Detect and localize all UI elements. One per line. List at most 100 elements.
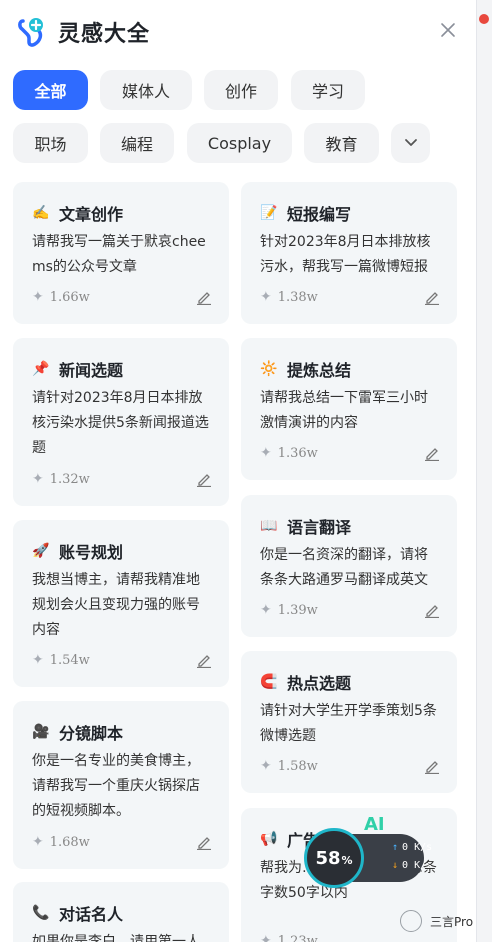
usage-count: 1.23w: [277, 933, 318, 942]
pencil-icon: [425, 761, 439, 774]
card-description: 请针对大学生开学季策划5条微博选题: [260, 703, 437, 744]
tab-education[interactable]: 教育: [304, 123, 379, 163]
card-title: 短报编写: [287, 205, 352, 224]
rocket-icon: 🚀: [32, 543, 50, 559]
card-description: 你是一名专业的美食博主，请帮我写一个重庆火锅探店的短视频脚本。: [32, 753, 200, 819]
usage-count: 1.54w: [49, 652, 90, 668]
usage-count: 1.58w: [277, 758, 318, 774]
edit-button[interactable]: [423, 444, 441, 462]
sparkle-icon: ✦: [32, 834, 44, 850]
edit-button[interactable]: [423, 288, 441, 306]
usage-count: 1.32w: [49, 471, 90, 487]
card-description: 如果你是李白，请用第一人: [32, 934, 200, 942]
writing-hand-icon: ✍️: [32, 205, 50, 221]
tab-study[interactable]: 学习: [291, 70, 365, 110]
usage-count: 1.68w: [49, 834, 90, 850]
brand-name: 三言Pro: [430, 914, 474, 929]
pencil-icon: [425, 292, 439, 305]
upload-rate: 0 K/s: [402, 842, 433, 853]
sparkle-icon: ✦: [32, 471, 44, 487]
background-window-edge: [476, 0, 492, 942]
card-description: 请帮我写一篇关于默哀cheems的公众号文章: [32, 234, 206, 275]
wechat-icon: [400, 910, 422, 932]
app-logo-icon: [18, 17, 44, 47]
usage-count: 1.39w: [277, 602, 318, 618]
edit-button[interactable]: [195, 288, 213, 306]
close-icon: [441, 23, 455, 37]
tab-creation[interactable]: 创作: [204, 70, 278, 110]
pushpin-icon: 📌: [32, 361, 50, 377]
card-title: 文章创作: [59, 205, 124, 224]
prompt-card[interactable]: 🚀 账号规划 我想当博主，请帮我精准地规划会火且变现力强的账号内容 ✦ 1.54w: [13, 520, 229, 687]
sparkle-icon: ✦: [260, 445, 272, 461]
tab-workplace[interactable]: 职场: [13, 123, 88, 163]
card-description: 请帮我总结一下雷军三小时激情演讲的内容: [260, 390, 428, 431]
download-arrow-icon: ↓: [392, 860, 399, 871]
usage-count: 1.36w: [277, 445, 318, 461]
sparkle-icon: ✦: [260, 758, 272, 774]
card-title: 提炼总结: [287, 361, 352, 380]
percent-sign: %: [341, 853, 353, 867]
edit-button[interactable]: [195, 470, 213, 488]
sparkle-icon: ✦: [32, 652, 44, 668]
edit-button[interactable]: [423, 601, 441, 619]
card-description: 我想当博主，请帮我精准地规划会火且变现力强的账号内容: [32, 572, 200, 638]
usage-count: 1.66w: [49, 289, 90, 305]
sparkle-icon: ✦: [260, 933, 272, 942]
brand-watermark: 三言Pro: [400, 910, 473, 932]
prompt-card[interactable]: 🔆 提炼总结 请帮我总结一下雷军三小时激情演讲的内容 ✦ 1.36w: [241, 338, 457, 480]
prompt-card[interactable]: 📖 语言翻译 你是一名资深的翻译，请将条条大路通罗马翻译成英文 ✦ 1.39w: [241, 495, 457, 637]
sparkle-icon: ✦: [32, 289, 44, 305]
card-description: 你是一名资深的翻译，请将条条大路通罗马翻译成英文: [260, 547, 428, 588]
panel-header: 灵感大全: [18, 14, 150, 50]
ai-badge: AI: [364, 814, 385, 835]
tab-media[interactable]: 媒体人: [100, 70, 192, 110]
card-title: 对话名人: [59, 905, 124, 924]
prompt-card[interactable]: 📞 对话名人 如果你是李白，请用第一人: [13, 882, 229, 942]
chevron-down-icon: [404, 139, 417, 146]
edit-button[interactable]: [423, 757, 441, 775]
usage-count: 1.38w: [277, 289, 318, 305]
edit-button[interactable]: [195, 833, 213, 851]
film-camera-icon: 🎥: [32, 724, 50, 740]
sun-icon: 🔆: [260, 361, 278, 377]
card-description: 针对2023年8月日本排放核污水，帮我写一篇微博短报: [260, 234, 431, 275]
pencil-icon: [425, 448, 439, 461]
sparkle-icon: ✦: [260, 289, 272, 305]
tab-all[interactable]: 全部: [13, 70, 88, 110]
more-categories-button[interactable]: [391, 123, 430, 163]
sparkle-icon: ✦: [260, 602, 272, 618]
card-title: 账号规划: [59, 543, 124, 562]
card-title: 分镜脚本: [59, 724, 124, 743]
card-description: 请针对2023年8月日本排放核污染水提供5条新闻报道选题: [32, 390, 209, 456]
usage-percent: 58: [315, 847, 341, 869]
prompt-card[interactable]: 🧲 热点选题 请针对大学生开学季策划5条微博选题 ✦ 1.58w: [241, 651, 457, 793]
magnet-icon: 🧲: [260, 674, 278, 690]
prompt-card[interactable]: 📌 新闻选题 请针对2023年8月日本排放核污染水提供5条新闻报道选题 ✦ 1.3…: [13, 338, 229, 506]
page-title: 灵感大全: [58, 22, 151, 47]
memory-usage-indicator[interactable]: 58%: [304, 828, 364, 888]
prompt-card[interactable]: ✍️ 文章创作 请帮我写一篇关于默哀cheems的公众号文章 ✦ 1.66w: [13, 182, 229, 324]
close-button[interactable]: [436, 18, 460, 42]
pencil-icon: [425, 605, 439, 618]
memo-icon: 📝: [260, 205, 278, 221]
pencil-icon: [197, 655, 211, 668]
download-rate: 0 K/s: [402, 860, 433, 871]
prompt-card[interactable]: 📝 短报编写 针对2023年8月日本排放核污水，帮我写一篇微博短报 ✦ 1.38w: [241, 182, 457, 324]
prompt-card[interactable]: 🎥 分镜脚本 你是一名专业的美食博主，请帮我写一个重庆火锅探店的短视频脚本。 ✦…: [13, 701, 229, 869]
pencil-icon: [197, 837, 211, 850]
card-title: 语言翻译: [287, 518, 352, 537]
open-book-icon: 📖: [260, 518, 278, 534]
pencil-icon: [197, 292, 211, 305]
tab-programming[interactable]: 编程: [100, 123, 174, 163]
notification-dot: [479, 14, 489, 24]
upload-arrow-icon: ↑: [392, 842, 399, 853]
megaphone-icon: 📢: [260, 831, 278, 847]
tab-cosplay[interactable]: Cosplay: [187, 123, 292, 163]
card-title: 热点选题: [287, 674, 352, 693]
telephone-icon: 📞: [32, 905, 50, 921]
edit-button[interactable]: [195, 651, 213, 669]
pencil-icon: [197, 474, 211, 487]
card-title: 新闻选题: [59, 361, 124, 380]
inspiration-panel: 灵感大全 全部 媒体人 创作 学习 职场 编程 Cosplay 教育 ✍️ 文章…: [0, 0, 476, 942]
